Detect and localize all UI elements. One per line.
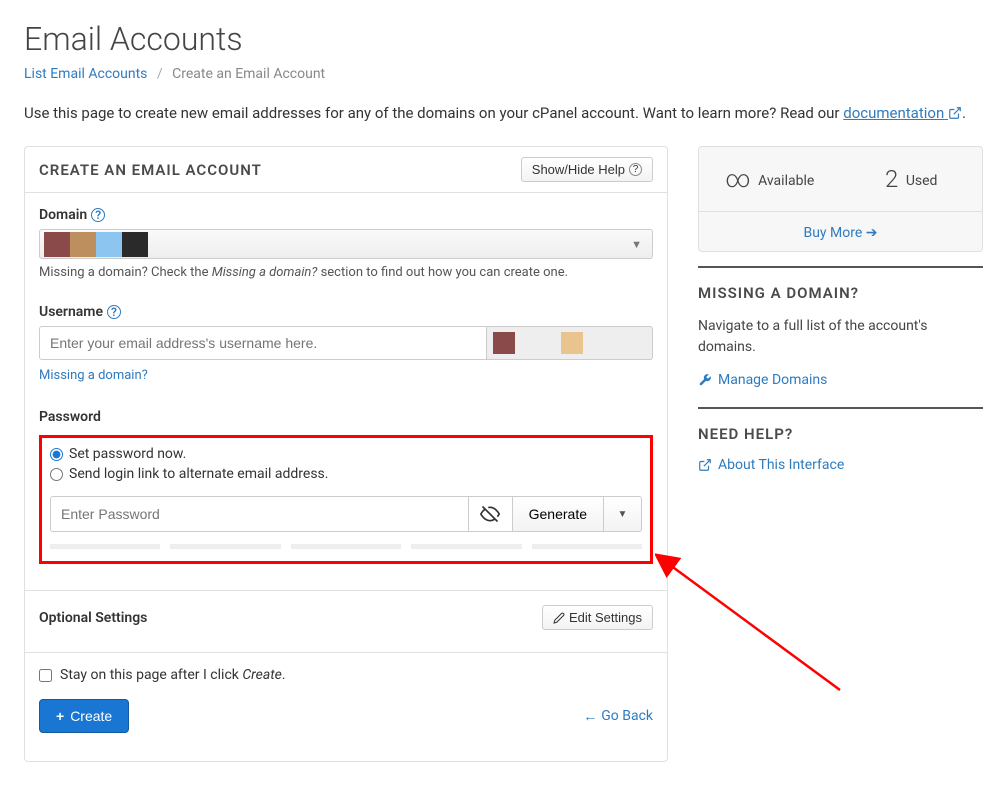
intro-text: Use this page to create new email addres… — [24, 104, 983, 122]
documentation-link[interactable]: documentation — [843, 104, 962, 122]
generate-button[interactable]: Generate — [513, 496, 604, 532]
chevron-down-icon: ▼ — [618, 509, 628, 520]
breadcrumb-list-link[interactable]: List Email Accounts — [24, 66, 147, 82]
used-stat: 2 Used — [841, 165, 983, 193]
optional-settings-label: Optional Settings — [39, 610, 147, 626]
toggle-visibility-button[interactable] — [469, 496, 513, 532]
breadcrumb: List Email Accounts / Create an Email Ac… — [24, 66, 983, 82]
password-section-highlight: Set password now. Send login link to alt… — [39, 435, 653, 564]
help-icon[interactable]: ? — [91, 208, 105, 222]
need-help-heading: NEED HELP? — [698, 425, 983, 443]
question-icon: ? — [629, 163, 642, 176]
domain-suffix-box — [487, 326, 653, 360]
chevron-down-icon: ▼ — [631, 238, 642, 251]
create-button[interactable]: + Create — [39, 699, 129, 733]
wrench-icon — [698, 373, 712, 387]
missing-domain-heading: MISSING A DOMAIN? — [698, 284, 983, 302]
pencil-icon — [553, 612, 565, 624]
password-label: Password — [39, 409, 101, 425]
breadcrumb-current: Create an Email Account — [172, 66, 325, 82]
domain-hint: Missing a domain? Check the Missing a do… — [39, 265, 653, 280]
infinity-icon: ∞ — [725, 165, 750, 193]
eye-off-icon — [480, 504, 500, 524]
external-link-icon — [698, 458, 712, 472]
about-interface-link[interactable]: About This Interface — [698, 457, 844, 473]
manage-domains-link[interactable]: Manage Domains — [698, 372, 827, 388]
password-strength-meter — [50, 544, 642, 549]
password-input[interactable] — [50, 496, 469, 532]
panel-title: CREATE AN EMAIL ACCOUNT — [39, 161, 262, 179]
domain-select[interactable]: ▼ — [39, 229, 653, 259]
page-title: Email Accounts — [24, 20, 983, 58]
external-link-icon — [948, 106, 962, 120]
show-hide-help-button[interactable]: Show/Hide Help ? — [521, 157, 653, 182]
missing-domain-link[interactable]: Missing a domain? — [39, 368, 148, 383]
edit-settings-button[interactable]: Edit Settings — [542, 605, 653, 630]
missing-domain-text: Navigate to a full list of the account's… — [698, 316, 983, 358]
buy-more-link[interactable]: Buy More ➔ — [803, 225, 877, 241]
arrow-left-icon: ← — [583, 708, 597, 725]
generate-dropdown[interactable]: ▼ — [604, 496, 642, 532]
help-icon[interactable]: ? — [107, 305, 121, 319]
username-input[interactable] — [39, 326, 487, 360]
plus-icon: + — [56, 708, 64, 724]
arrow-circle-right-icon: ➔ — [866, 225, 878, 241]
available-stat: ∞ Available — [699, 165, 841, 193]
radio-set-now[interactable]: Set password now. — [50, 446, 642, 462]
stay-on-page-checkbox[interactable]: Stay on this page after I click Create. — [39, 667, 653, 683]
go-back-link[interactable]: ← Go Back — [583, 708, 653, 725]
username-label: Username — [39, 304, 103, 320]
domain-label: Domain — [39, 207, 87, 223]
radio-send-link[interactable]: Send login link to alternate email addre… — [50, 466, 642, 482]
